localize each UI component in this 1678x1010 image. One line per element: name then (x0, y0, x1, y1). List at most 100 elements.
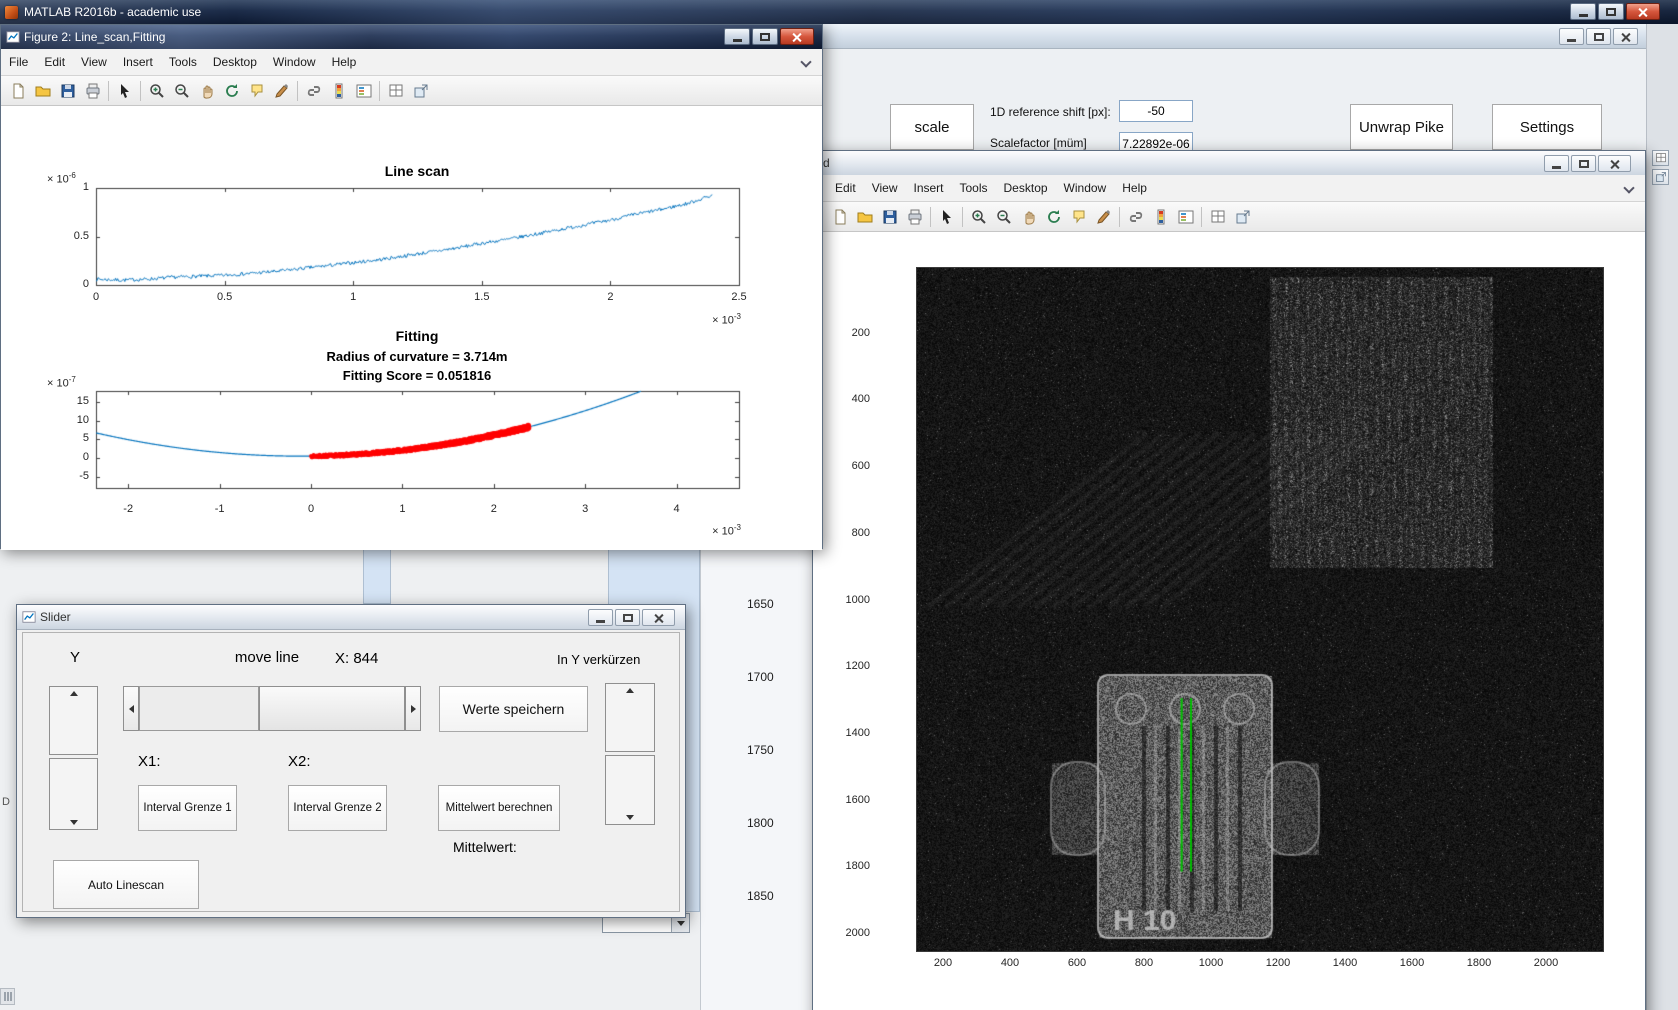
save-icon[interactable] (55, 79, 80, 103)
menu-item[interactable]: Edit (36, 50, 73, 74)
slider-close-button[interactable] (642, 609, 675, 626)
dock-figure-icon[interactable] (1230, 205, 1255, 229)
cursor-icon[interactable] (934, 205, 959, 229)
x-slider-thumb[interactable] (259, 686, 405, 731)
auto-linescan-button[interactable]: Auto Linescan (53, 860, 199, 909)
slider-maximize-button[interactable] (615, 609, 640, 626)
phase-image-canvas[interactable] (916, 267, 1604, 952)
save-icon[interactable] (877, 205, 902, 229)
tick-label: 1400 (1332, 957, 1358, 969)
right-figure-maximize-button[interactable] (1571, 155, 1596, 172)
insert-colorbar-icon[interactable] (1148, 205, 1173, 229)
main-minimize-button[interactable] (1570, 3, 1596, 20)
scale-button[interactable]: scale (890, 104, 974, 150)
insert-colorbar-icon[interactable] (326, 79, 351, 103)
save-values-button[interactable]: Werte speichern (439, 686, 588, 732)
pan-icon[interactable] (1016, 205, 1041, 229)
print-icon[interactable] (80, 79, 105, 103)
y-slider-upper[interactable] (49, 686, 98, 755)
right-figure-close-button[interactable] (1598, 155, 1631, 172)
figure2-close-button[interactable] (780, 28, 814, 45)
insert-legend-icon[interactable] (351, 79, 376, 103)
menu-item[interactable]: File (1, 50, 36, 74)
background-minimize-button[interactable] (1559, 28, 1584, 45)
shorten-slider-upper[interactable] (605, 683, 655, 752)
menu-item[interactable]: Edit (827, 176, 864, 200)
x-slider-right-arrow[interactable] (405, 686, 421, 731)
link-plots-icon[interactable] (301, 79, 326, 103)
main-close-button[interactable] (1626, 3, 1660, 20)
menu-item[interactable]: Tools (952, 176, 996, 200)
ref-shift-input[interactable]: -50 (1119, 100, 1193, 122)
menu-item[interactable]: Insert (905, 176, 951, 200)
plot2-subtitle-radius: Radius of curvature = 3.714m (326, 349, 508, 364)
zoom-out-icon[interactable] (991, 205, 1016, 229)
menu-item[interactable]: Desktop (996, 176, 1056, 200)
open-file-icon[interactable] (852, 205, 877, 229)
new-figure-icon[interactable] (827, 205, 852, 229)
brush-icon[interactable] (269, 79, 294, 103)
slider-titlebar[interactable]: Slider (17, 605, 685, 630)
unwrap-pike-button[interactable]: Unwrap Pike (1350, 104, 1453, 150)
matlab-icon (5, 5, 18, 19)
menu-item[interactable]: View (864, 176, 906, 200)
tick-label: 2.5 (731, 291, 747, 303)
right-figure-minimize-button[interactable] (1544, 155, 1569, 172)
open-file-icon[interactable] (30, 79, 55, 103)
new-figure-icon[interactable] (5, 79, 30, 103)
insert-legend-icon[interactable] (1173, 205, 1198, 229)
tick-label: 0 (82, 451, 89, 463)
compute-mean-button[interactable]: Mittelwert berechnen (438, 785, 560, 831)
tick-label: 1400 (845, 726, 870, 739)
menu-item[interactable]: Window (1056, 176, 1115, 200)
strip-tool-icon-top[interactable] (1652, 150, 1669, 166)
menu-item[interactable]: Window (265, 50, 324, 74)
print-icon[interactable] (902, 205, 927, 229)
window-resize-grip[interactable] (0, 988, 15, 1005)
zoom-out-icon[interactable] (169, 79, 194, 103)
insert-axes-icon[interactable] (383, 79, 408, 103)
settings-button[interactable]: Settings (1492, 104, 1602, 150)
link-plots-icon[interactable] (1123, 205, 1148, 229)
menu-item[interactable]: Help (1114, 176, 1155, 200)
tick-label: 1000 (845, 593, 870, 606)
background-maximize-button[interactable] (1586, 28, 1611, 45)
x-coordinate-readout: X: 844 (335, 650, 379, 667)
menu-item[interactable]: View (73, 50, 115, 74)
main-window-titlebar[interactable]: MATLAB R2016b - academic use (0, 0, 1678, 24)
data-cursor-icon[interactable] (1066, 205, 1091, 229)
data-cursor-icon[interactable] (244, 79, 269, 103)
menu-item[interactable]: Help (324, 50, 365, 74)
interval-limit2-button[interactable]: Interval Grenze 2 (288, 785, 387, 831)
figure2-minimize-button[interactable] (724, 28, 750, 45)
plot2-x-exponent: × 10-3 (712, 523, 741, 538)
menu-item[interactable]: Insert (115, 50, 161, 74)
right-figure-titlebar[interactable]: d (813, 151, 1645, 176)
interval-limit1-button[interactable]: Interval Grenze 1 (138, 785, 237, 831)
zoom-in-icon[interactable] (966, 205, 991, 229)
zoom-in-icon[interactable] (144, 79, 169, 103)
strip-tool-icon-bottom[interactable] (1652, 169, 1669, 185)
rotate-icon[interactable] (219, 79, 244, 103)
figure2-window: Figure 2: Line_scan,Fitting File Edit View… (0, 24, 824, 550)
menu-item[interactable]: Desktop (205, 50, 265, 74)
x-slider-trough[interactable] (139, 686, 259, 731)
y-slider-lower[interactable] (49, 758, 98, 830)
cursor-icon[interactable] (112, 79, 137, 103)
background-close-button[interactable] (1613, 28, 1638, 45)
figure2-titlebar[interactable]: Figure 2: Line_scan,Fitting (1, 25, 822, 49)
insert-axes-icon[interactable] (1205, 205, 1230, 229)
plot1-x-exponent: × 10-3 (712, 312, 741, 327)
pan-icon[interactable] (194, 79, 219, 103)
dock-figure-icon[interactable] (408, 79, 433, 103)
rotate-icon[interactable] (1041, 205, 1066, 229)
save-values-label: Werte speichern (462, 701, 565, 717)
figure2-maximize-button[interactable] (752, 28, 778, 45)
menu-item[interactable]: Tools (161, 50, 205, 74)
main-maximize-button[interactable] (1598, 3, 1624, 20)
x-slider-left-arrow[interactable] (123, 686, 139, 731)
compute-mean-label: Mittelwert berechnen (445, 802, 553, 814)
slider-minimize-button[interactable] (588, 609, 613, 626)
shorten-slider-lower[interactable] (605, 755, 655, 825)
brush-icon[interactable] (1091, 205, 1116, 229)
